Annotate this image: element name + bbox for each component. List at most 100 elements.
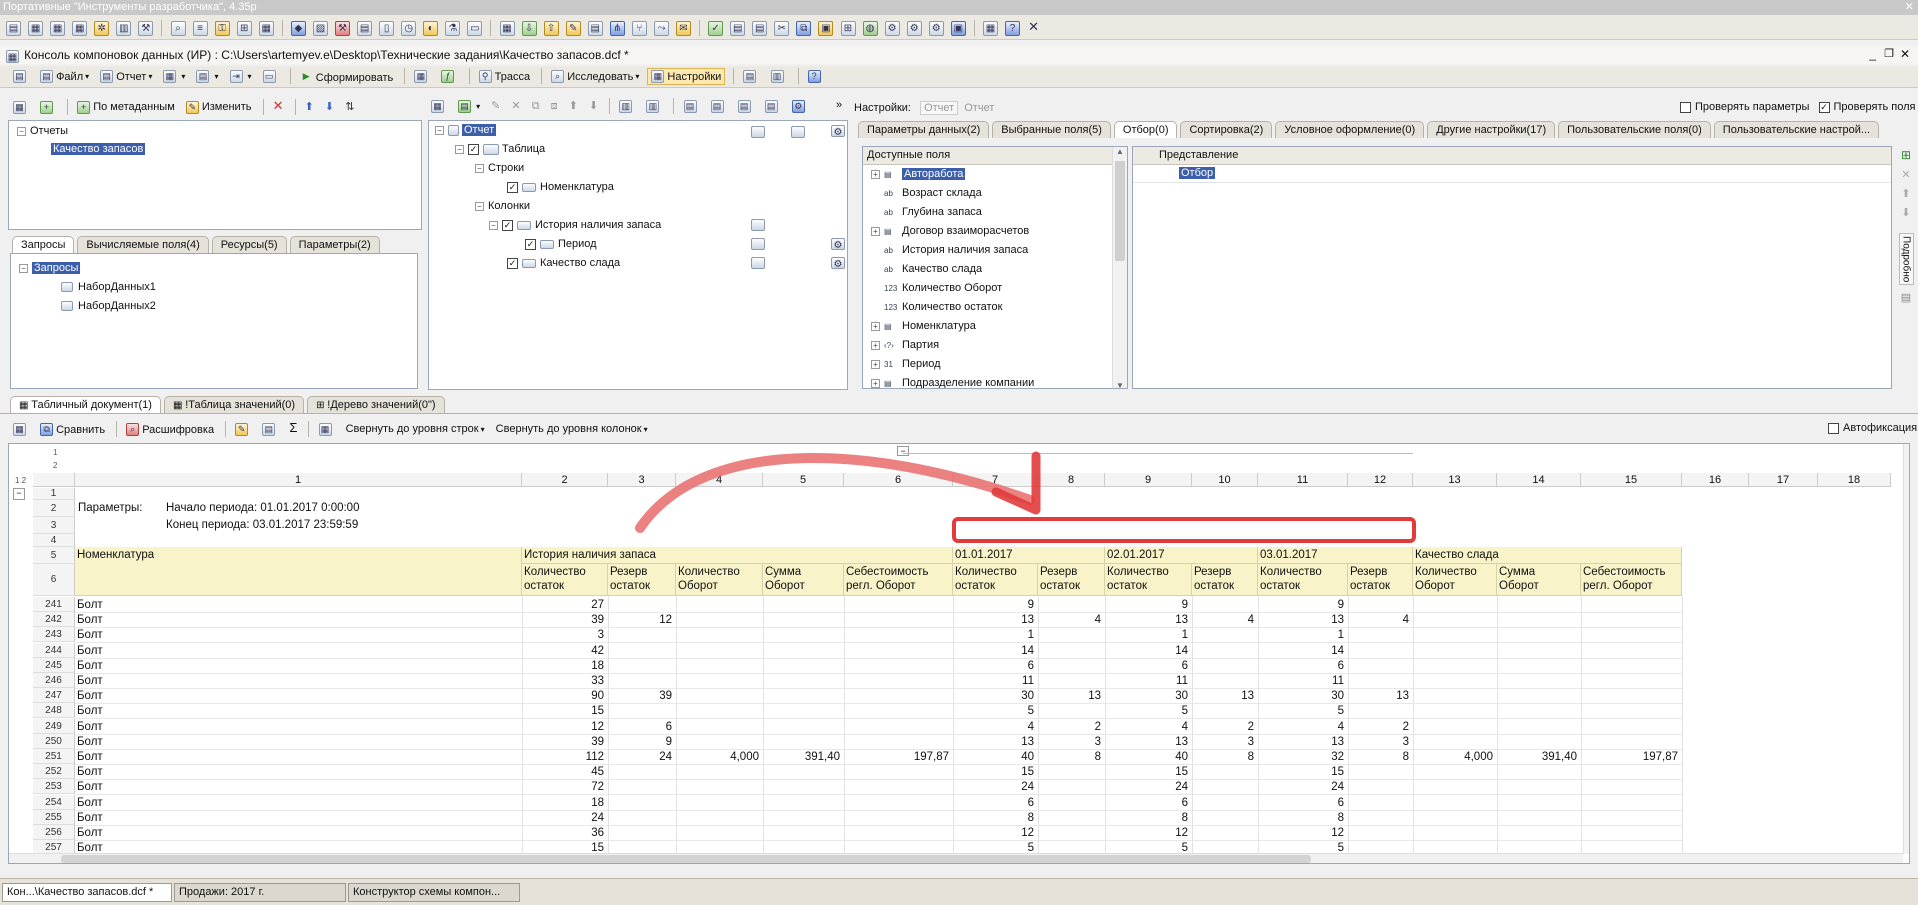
tools-icon[interactable]: ⚒ <box>138 20 154 36</box>
window-icon[interactable]: ▭ <box>467 20 483 36</box>
explore-menu[interactable]: ⌕ Исследовать <box>548 68 642 85</box>
filter-root-row[interactable]: Отбор <box>1133 165 1891 183</box>
layers-icon[interactable]: ▤ <box>587 20 603 36</box>
diamond-icon[interactable]: ◆ <box>290 20 306 36</box>
available-field-item[interactable]: +abГлубина запаса <box>863 203 1127 222</box>
settings-variant-2[interactable]: Отчет <box>964 102 994 114</box>
move-down-button[interactable]: ⬇ <box>322 98 337 115</box>
structure-rows[interactable]: − Строки <box>475 162 524 174</box>
expand-icon[interactable]: + <box>871 359 880 369</box>
search-icon[interactable]: ⌕ <box>170 20 186 36</box>
filter-down-icon[interactable]: ⬇ <box>1896 206 1916 219</box>
structure-nomenclature[interactable]: ✓ Номенклатура <box>507 181 614 193</box>
structure-tool1-button[interactable]: ▤ <box>681 98 703 115</box>
check-params-checkbox[interactable] <box>1680 101 1691 113</box>
structure-report[interactable]: − Отчет <box>435 124 497 136</box>
tab-filter[interactable]: Отбор(0) <box>1113 121 1178 138</box>
tab-selected-fields[interactable]: Выбранные поля(5) <box>992 121 1111 138</box>
filter-grid-icon[interactable]: ▤ <box>1896 291 1916 304</box>
fields-scrollbar[interactable]: ▲ ▼ <box>1112 147 1127 388</box>
form-icon[interactable]: ▦ <box>499 20 515 36</box>
settings-marker-icon[interactable] <box>791 126 805 139</box>
structure-quality[interactable]: ✓ Качество слада <box>507 257 620 269</box>
by-metadata-button[interactable]: + По метаданным <box>74 99 178 116</box>
tree2-icon[interactable]: ⊞ <box>840 20 856 36</box>
report-menu[interactable]: ▤ Отчет <box>97 68 155 85</box>
check-icon[interactable]: ✓ <box>708 20 724 36</box>
screen-icon[interactable]: ▣ <box>950 20 966 36</box>
file-menu[interactable]: ▤ Файл <box>37 68 92 85</box>
structure-history[interactable]: − ✓ История наличия запаса <box>489 219 661 231</box>
page-icon[interactable]: ▯ <box>379 20 395 36</box>
calc-button[interactable]: ▤ <box>259 421 281 438</box>
chart-icon[interactable]: ▨ <box>312 20 328 36</box>
ungroup-button[interactable]: ⧈ <box>548 98 561 115</box>
split-icon[interactable]: ⋔ <box>609 20 625 36</box>
period-checkbox[interactable]: ✓ <box>525 238 536 250</box>
compare-panel-button[interactable]: ▥ <box>768 68 790 85</box>
tab-value-tree[interactable]: ⊞ !Дерево значений(0") <box>307 396 445 413</box>
tab-other-settings[interactable]: Другие настройки(17) <box>1427 121 1556 138</box>
close-toolbar-icon[interactable]: ✕ <box>1028 19 1039 34</box>
compare-button[interactable]: ⧉ Сравнить <box>37 421 108 438</box>
available-field-item[interactable]: + ▤ Авторабота <box>863 165 1127 184</box>
structure-tool4-button[interactable]: ▤ <box>762 98 784 115</box>
settings-toggle-button[interactable]: ▦ Настройки <box>647 68 726 85</box>
left-menu-button[interactable]: ▦ <box>10 99 32 116</box>
scrollbar-thumb[interactable] <box>1115 161 1125 261</box>
tab-spreadsheet[interactable]: ▦ Табличный документ(1) <box>10 396 161 413</box>
download-icon[interactable]: ⇩ <box>521 20 537 36</box>
tab-user-settings[interactable]: Пользовательские настрой... <box>1713 121 1880 138</box>
remove-filter-icon[interactable]: ✕ <box>1896 168 1916 181</box>
structure-tool5-button[interactable]: ⚙ <box>789 98 811 115</box>
scissors-icon[interactable]: ✂ <box>774 20 790 36</box>
grid2-icon[interactable]: ▦ <box>50 20 66 36</box>
table-view-button[interactable]: ▦ <box>411 68 433 85</box>
settings-gear-icon[interactable]: ⚙ <box>831 257 845 270</box>
decode-button[interactable]: ⌕ Расшифровка <box>123 421 217 438</box>
tab-parameters[interactable]: Параметры(2) <box>289 236 380 253</box>
close-icon[interactable]: ✕ <box>1905 0 1914 15</box>
edit-grouping-button[interactable]: ✎ <box>488 97 503 114</box>
add-grouping-button[interactable]: ▤ <box>455 98 483 115</box>
history-checkbox[interactable]: ✓ <box>502 219 513 231</box>
task-constructor[interactable]: Конструктор схемы компон... <box>348 883 520 902</box>
copy-button[interactable]: ▭ <box>260 68 282 85</box>
database-icon[interactable]: ▥ <box>116 20 132 36</box>
cog-icon[interactable]: ⚙ <box>906 20 922 36</box>
grid-toggle-button[interactable]: ▦ <box>316 421 338 438</box>
gears-icon[interactable]: ⚙ <box>884 20 900 36</box>
add-panel-button[interactable]: ▤ <box>740 68 762 85</box>
add-report-button[interactable]: + <box>37 99 59 116</box>
hammer-icon[interactable]: ⚒ <box>335 20 350 36</box>
help-icon[interactable]: ? <box>1005 20 1020 36</box>
settings-marker-icon[interactable] <box>751 126 765 139</box>
autofix-checkbox[interactable] <box>1828 422 1839 434</box>
structure-table[interactable]: − ✓ Таблица <box>455 143 545 155</box>
wheel-icon[interactable]: ⚙ <box>928 20 944 36</box>
tab-resources[interactable]: Ресурсы(5) <box>211 236 287 253</box>
tab-value-table[interactable]: ▦ !Таблица значений(0) <box>163 396 305 413</box>
gear-icon[interactable]: ✲ <box>94 20 110 36</box>
table-checkbox[interactable]: ✓ <box>468 143 479 155</box>
query-item-2[interactable]: НаборДанных2 <box>59 300 156 312</box>
tree-icon[interactable]: ⊞ <box>236 20 252 36</box>
settings-marker-icon[interactable] <box>751 238 765 251</box>
nomenclature-checkbox[interactable]: ✓ <box>507 181 518 193</box>
structure-down-button[interactable]: ⬇ <box>586 97 601 114</box>
available-field-item[interactable]: + ▤ Договор взаиморасчетов <box>863 222 1127 241</box>
edit-button[interactable]: ✎ Изменить <box>183 99 255 116</box>
tab-calculated-fields[interactable]: Вычисляемые поля(4) <box>77 236 209 253</box>
network-icon[interactable]: ⧉ <box>796 20 812 36</box>
structure-columns[interactable]: − Колонки <box>475 200 530 212</box>
delete-grouping-button[interactable]: ✕ <box>508 97 523 114</box>
available-field-item[interactable]: +123Количество остаток <box>863 298 1127 317</box>
formula-button[interactable]: ƒ <box>438 68 460 85</box>
collapse-rows-button[interactable]: Свернуть до уровня строк <box>343 421 488 438</box>
trace-button[interactable]: ⚲ Трасса <box>476 68 533 85</box>
task-console[interactable]: Кон...\Качество запасов.dcf * <box>2 883 172 902</box>
check-fields-checkbox[interactable]: ✓ <box>1818 101 1830 113</box>
structure-up-button[interactable]: ⬆ <box>566 97 581 114</box>
expand-icon[interactable]: + <box>871 169 880 179</box>
upload-icon[interactable]: ⇧ <box>543 20 559 36</box>
